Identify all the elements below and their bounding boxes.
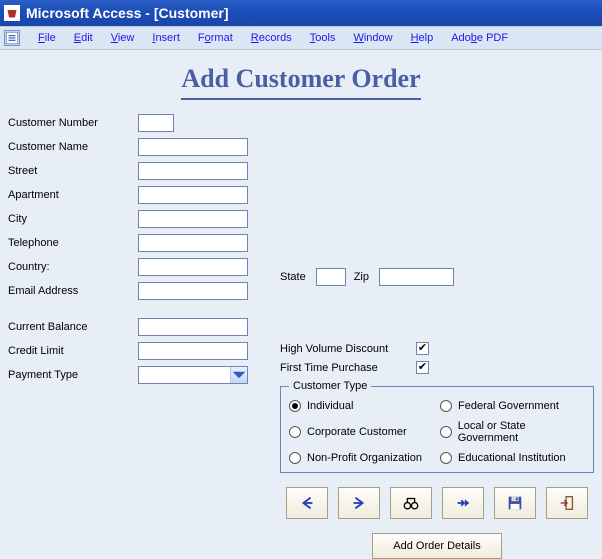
customer-number-field[interactable] bbox=[138, 114, 174, 132]
right-column: State Zip High Volume Discount ✔ First T… bbox=[280, 162, 594, 559]
chevron-down-icon[interactable] bbox=[230, 367, 247, 383]
save-button[interactable] bbox=[494, 487, 536, 519]
radio-label: Educational Institution bbox=[458, 452, 566, 464]
titlebar: Microsoft Access - [Customer] bbox=[0, 0, 602, 26]
radio-label: Local or State Government bbox=[458, 420, 585, 444]
email-label: Email Address bbox=[8, 285, 138, 297]
window-title: Microsoft Access - [Customer] bbox=[26, 5, 229, 21]
menu-insert[interactable]: Insert bbox=[150, 30, 182, 46]
radio-icon bbox=[289, 426, 301, 438]
radio-label: Non-Profit Organization bbox=[307, 452, 422, 464]
radio-label: Individual bbox=[307, 400, 353, 412]
payment-type-label: Payment Type bbox=[8, 369, 138, 381]
exit-door-icon bbox=[558, 494, 576, 512]
arrow-left-icon bbox=[298, 494, 316, 512]
email-field[interactable] bbox=[138, 282, 248, 300]
menu-view-letter: V bbox=[111, 32, 118, 44]
menu-file-letter: F bbox=[38, 32, 45, 44]
radio-corporate-customer[interactable]: Corporate Customer bbox=[289, 420, 434, 444]
customer-number-label: Customer Number bbox=[8, 117, 138, 129]
credit-limit-label: Credit Limit bbox=[8, 345, 138, 357]
radio-non-profit[interactable]: Non-Profit Organization bbox=[289, 452, 434, 464]
current-balance-label: Current Balance bbox=[8, 321, 138, 333]
state-label: State bbox=[280, 271, 306, 283]
telephone-label: Telephone bbox=[8, 237, 138, 249]
floppy-disk-icon bbox=[506, 494, 524, 512]
arrow-right-icon bbox=[350, 494, 368, 512]
menu-format[interactable]: Format bbox=[196, 30, 235, 46]
menu-window-letter: W bbox=[353, 32, 363, 44]
payment-type-combo[interactable] bbox=[138, 366, 248, 384]
customer-name-label: Customer Name bbox=[8, 141, 138, 153]
radio-individual[interactable]: Individual bbox=[289, 400, 434, 412]
first-time-checkbox[interactable]: ✔ bbox=[416, 361, 429, 374]
page-title: Add Customer Order bbox=[8, 64, 594, 94]
radio-label: Corporate Customer bbox=[307, 426, 407, 438]
binoculars-icon bbox=[402, 494, 420, 512]
menu-records[interactable]: Records bbox=[249, 30, 294, 46]
checkmark-icon: ✔ bbox=[418, 343, 427, 354]
zip-label: Zip bbox=[354, 271, 369, 283]
customer-type-legend: Customer Type bbox=[289, 380, 371, 392]
customer-name-field[interactable] bbox=[138, 138, 248, 156]
form-area: Add Customer Order Customer Number Custo… bbox=[0, 50, 602, 398]
current-balance-field[interactable] bbox=[138, 318, 248, 336]
country-label: Country: bbox=[8, 261, 138, 273]
menu-edit[interactable]: Edit bbox=[72, 30, 95, 46]
radio-icon bbox=[440, 452, 452, 464]
access-app-icon bbox=[4, 5, 20, 21]
first-time-label: First Time Purchase bbox=[280, 362, 410, 374]
add-order-details-button[interactable]: Add Order Details bbox=[372, 533, 502, 559]
street-label: Street bbox=[8, 165, 138, 177]
radio-local-state-government[interactable]: Local or State Government bbox=[440, 420, 585, 444]
menu-edit-letter: E bbox=[74, 32, 81, 44]
apartment-label: Apartment bbox=[8, 189, 138, 201]
apartment-field[interactable] bbox=[138, 186, 248, 204]
close-button[interactable] bbox=[546, 487, 588, 519]
prev-record-button[interactable] bbox=[286, 487, 328, 519]
menu-window[interactable]: Window bbox=[351, 30, 394, 46]
city-field[interactable] bbox=[138, 210, 248, 228]
menu-help[interactable]: Help bbox=[409, 30, 436, 46]
radio-federal-government[interactable]: Federal Government bbox=[440, 400, 585, 412]
radio-educational[interactable]: Educational Institution bbox=[440, 452, 585, 464]
radio-icon bbox=[289, 452, 301, 464]
menu-view[interactable]: View bbox=[109, 30, 137, 46]
payment-type-value bbox=[139, 367, 230, 383]
new-record-button[interactable] bbox=[442, 487, 484, 519]
menu-adobe-pdf[interactable]: Adobe PDF bbox=[449, 30, 510, 46]
radio-icon bbox=[440, 400, 452, 412]
menu-file[interactable]: File bbox=[36, 30, 58, 46]
high-volume-label: High Volume Discount bbox=[280, 343, 410, 355]
country-field[interactable] bbox=[138, 258, 248, 276]
credit-limit-field[interactable] bbox=[138, 342, 248, 360]
radio-icon bbox=[289, 400, 301, 412]
radio-label: Federal Government bbox=[458, 400, 559, 412]
city-label: City bbox=[8, 213, 138, 225]
street-field[interactable] bbox=[138, 162, 248, 180]
heading-underline bbox=[181, 98, 421, 100]
menu-help-letter: H bbox=[411, 32, 419, 44]
checkmark-icon: ✔ bbox=[418, 362, 427, 373]
menubar: File Edit View Insert Format Records Too… bbox=[0, 26, 602, 50]
goto-new-icon bbox=[454, 494, 472, 512]
menu-records-letter: R bbox=[251, 32, 259, 44]
next-record-button[interactable] bbox=[338, 487, 380, 519]
telephone-field[interactable] bbox=[138, 234, 248, 252]
menu-tools[interactable]: Tools bbox=[308, 30, 338, 46]
find-button[interactable] bbox=[390, 487, 432, 519]
nav-row bbox=[280, 487, 594, 519]
radio-icon bbox=[440, 426, 452, 438]
high-volume-checkbox[interactable]: ✔ bbox=[416, 342, 429, 355]
document-icon[interactable] bbox=[4, 30, 20, 46]
zip-field[interactable] bbox=[379, 268, 454, 286]
state-field[interactable] bbox=[316, 268, 346, 286]
customer-type-group: Customer Type Individual Federal Governm… bbox=[280, 380, 594, 473]
